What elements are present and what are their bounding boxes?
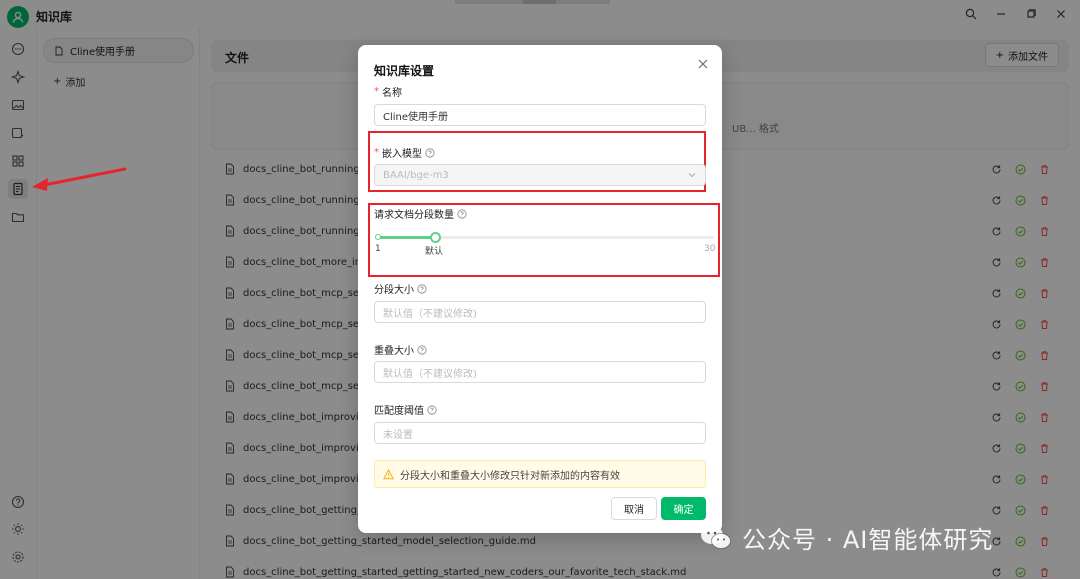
ok-button[interactable]: 确定: [661, 497, 706, 520]
threshold-label-text: 匹配度阈值: [374, 406, 424, 417]
embed-label-text: 嵌入模型: [382, 149, 422, 160]
watermark: 公众号 · AI智能体研究: [700, 520, 993, 555]
slider-min-label: 1: [375, 244, 381, 254]
slider-mark-min: [375, 234, 381, 240]
dialog-title: 知识库设置: [374, 64, 435, 78]
overlap-input[interactable]: 默认值（不建议修改): [374, 361, 706, 383]
chunks-slider-fill: [378, 236, 436, 239]
required-mark: *: [374, 86, 379, 97]
overlap-label: 重叠大小: [374, 342, 427, 357]
overlap-label-text: 重叠大小: [374, 346, 414, 357]
chunk-size-input[interactable]: 默认值（不建议修改): [374, 301, 706, 323]
help-icon: [427, 404, 437, 415]
close-icon: [698, 59, 708, 69]
help-icon: [417, 283, 427, 294]
chunks-label: 请求文档分段数量: [374, 206, 467, 221]
kb-settings-dialog: 知识库设置 * 名称 Cline使用手册 * 嵌入模型 BAAI/bge-m3 …: [358, 45, 722, 533]
warning-text: 分段大小和重叠大小修改只针对新添加的内容有效: [400, 470, 620, 482]
name-label-text: 名称: [382, 88, 402, 99]
required-mark: *: [374, 147, 379, 158]
help-icon: [417, 344, 427, 355]
annotation-arrow: [32, 167, 127, 191]
embed-label: * 嵌入模型: [374, 145, 435, 160]
chunk-size-label-text: 分段大小: [374, 285, 414, 296]
embed-model-select[interactable]: BAAI/bge-m3: [374, 164, 706, 186]
slider-max-label: 30: [704, 244, 716, 254]
chunk-size-label: 分段大小: [374, 281, 427, 296]
help-icon: [425, 147, 435, 158]
threshold-input[interactable]: 未设置: [374, 422, 706, 444]
warning-icon: [383, 468, 394, 479]
chevron-down-icon: [687, 170, 697, 180]
cancel-button[interactable]: 取消: [611, 497, 657, 520]
slider-default-label: 默认: [425, 247, 444, 257]
wechat-logo-icon: [701, 525, 731, 549]
help-icon: [457, 208, 467, 219]
name-input[interactable]: Cline使用手册: [374, 104, 706, 126]
chunks-label-text: 请求文档分段数量: [374, 210, 454, 221]
watermark-text: 公众号 · AI智能体研究: [742, 526, 994, 554]
dialog-close-button[interactable]: [696, 57, 710, 71]
embed-model-value: BAAI/bge-m3: [383, 169, 449, 181]
warning-alert: 分段大小和重叠大小修改只针对新添加的内容有效: [374, 460, 706, 488]
name-label: * 名称: [374, 84, 402, 99]
threshold-label: 匹配度阈值: [374, 402, 437, 417]
